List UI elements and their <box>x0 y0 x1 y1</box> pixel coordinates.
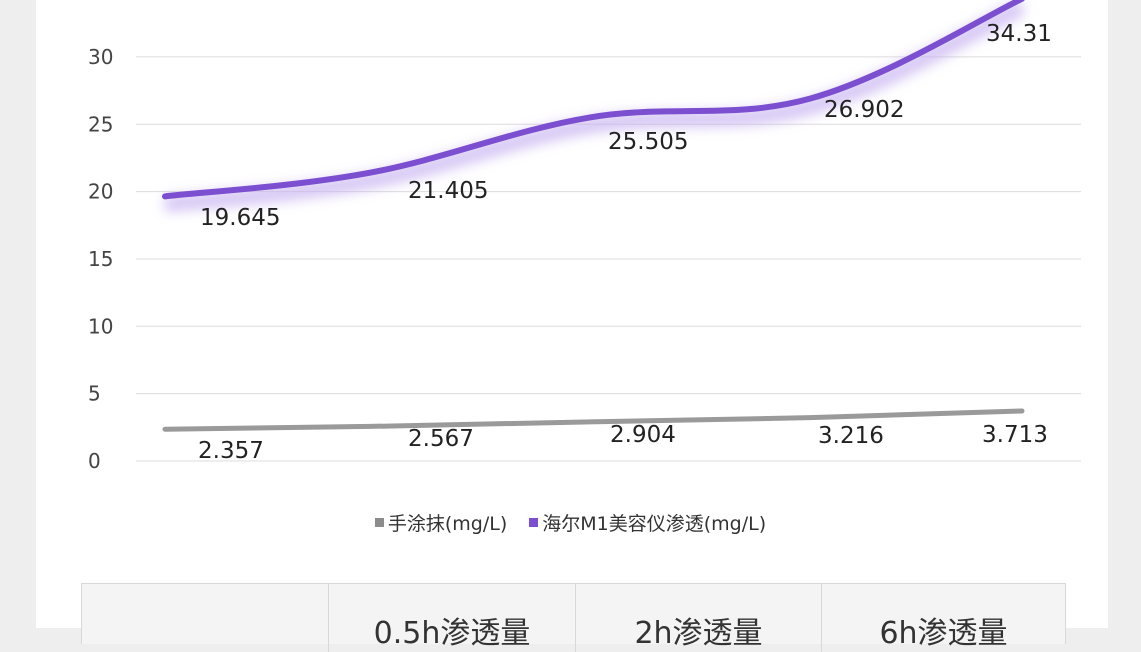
data-label-hand: 2.904 <box>610 422 676 448</box>
table-header-cell: 0.5h渗透量 <box>328 584 575 652</box>
data-label-device: 26.902 <box>824 97 904 123</box>
data-label-hand: 3.713 <box>982 422 1048 448</box>
data-label-hand: 2.357 <box>198 438 264 464</box>
y-tick-label: 25 <box>88 112 113 136</box>
legend-label: 海尔M1美容仪渗透(mg/L) <box>542 513 767 535</box>
y-tick-label: 20 <box>88 180 113 204</box>
data-table-header: 0.5h渗透量 2h渗透量 6h渗透量 <box>81 583 1066 652</box>
table-header-cell: 6h渗透量 <box>821 584 1065 652</box>
table-header-cell: 2h渗透量 <box>575 584 821 652</box>
line-chart: 0 5 10 15 20 25 30 2.357 2.567 2.904 3.216 3.713 19… <box>88 0 1081 473</box>
y-tick-label: 30 <box>88 45 113 69</box>
y-tick-label: 0 <box>88 449 101 473</box>
y-tick-label: 15 <box>88 247 113 271</box>
legend-label: 手涂抹(mg/L) <box>387 513 508 535</box>
legend-item-device[interactable]: 海尔M1美容仪渗透(mg/L) <box>529 509 766 536</box>
y-tick-label: 10 <box>88 314 113 338</box>
data-label-hand: 3.216 <box>818 423 884 449</box>
legend-item-hand[interactable]: 手涂抹(mg/L) <box>374 509 508 536</box>
legend-swatch-purple <box>529 518 539 527</box>
data-label-device: 25.505 <box>608 129 688 155</box>
data-label-hand: 2.567 <box>408 426 474 452</box>
y-tick-label: 5 <box>88 382 101 406</box>
table-header-cell <box>82 584 328 652</box>
chart-legend: 手涂抹(mg/L) 海尔M1美容仪渗透(mg/L) <box>0 509 1141 536</box>
data-label-device: 21.405 <box>408 178 488 204</box>
series-line-hand <box>162 408 1025 432</box>
data-label-device: 34.31 <box>986 21 1052 47</box>
legend-swatch-gray <box>374 518 384 527</box>
data-label-device: 19.645 <box>200 205 280 231</box>
